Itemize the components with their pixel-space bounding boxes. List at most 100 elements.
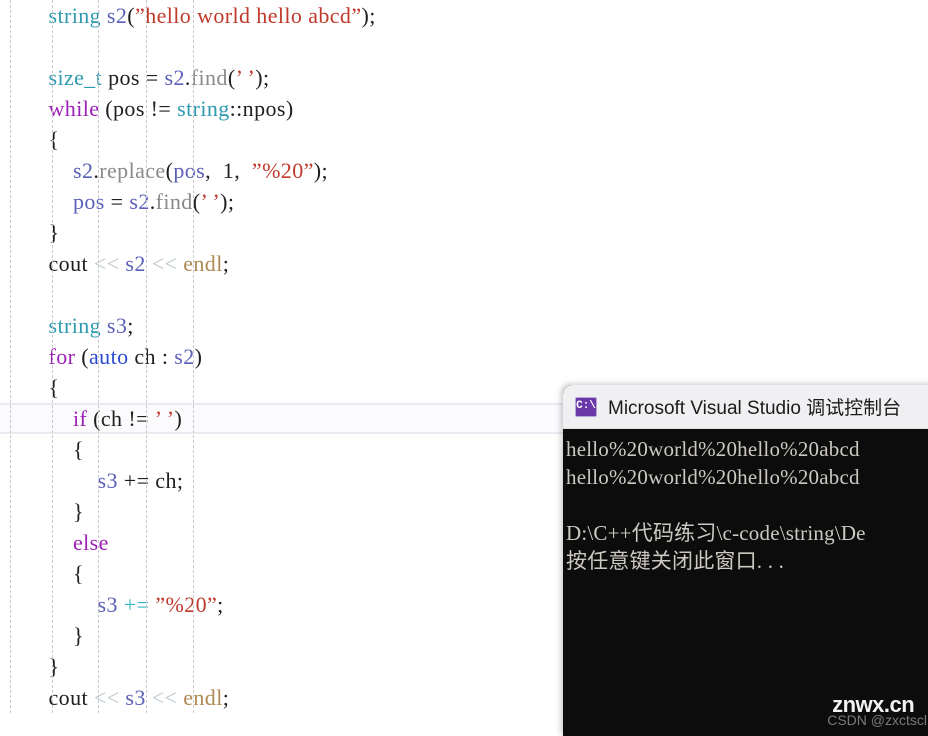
- code-token: ’ ’: [200, 189, 221, 214]
- code-token: ::npos): [229, 96, 294, 121]
- code-token: ): [194, 344, 203, 369]
- code-token: , 1,: [205, 158, 252, 183]
- code-line-text: for (auto ch : s2): [0, 344, 202, 369]
- code-token: );: [220, 189, 235, 214]
- code-token: s2: [164, 65, 185, 90]
- code-token: += ch;: [117, 468, 184, 493]
- console-line: hello%20world%20hello%20abcd: [566, 437, 860, 461]
- code-token: else: [73, 530, 109, 555]
- code-token: while: [48, 96, 100, 121]
- console-line: hello%20world%20hello%20abcd: [566, 465, 860, 489]
- code-token: replace: [99, 158, 166, 183]
- code-token: s2: [125, 251, 146, 276]
- code-token: (pos !=: [99, 96, 178, 121]
- watermark: znwx.cn CSDN @zxctscl: [827, 692, 927, 729]
- code-token: pos: [173, 158, 206, 183]
- code-token: ): [174, 406, 183, 431]
- code-token: {: [73, 561, 84, 586]
- code-line-text: pos = s2.find(’ ’);: [0, 189, 234, 214]
- code-token: s2: [73, 158, 94, 183]
- code-line-text: while (pos != string::npos): [0, 96, 294, 121]
- code-token: <<: [151, 251, 178, 276]
- code-line-text: {: [0, 127, 60, 152]
- code-token: ;: [222, 685, 230, 710]
- code-token: ’ ’: [154, 406, 175, 431]
- code-token: string: [48, 313, 102, 338]
- console-line: 按任意键关闭此窗口. . .: [566, 549, 785, 573]
- code-token: endl: [183, 251, 223, 276]
- code-token: <<: [93, 251, 120, 276]
- code-line-text: {: [0, 561, 84, 586]
- code-token: ”%20”: [251, 158, 314, 183]
- code-line-text: s2.replace(pos, 1, ”%20”);: [0, 158, 328, 183]
- code-token: s3: [125, 685, 146, 710]
- code-line-text: string s2(”hello world hello abcd”);: [0, 3, 376, 28]
- console-window-title: Microsoft Visual Studio 调试控制台: [608, 398, 902, 419]
- code-line-text: {: [0, 375, 60, 400]
- code-token: auto: [89, 344, 129, 369]
- code-token: {: [48, 375, 60, 400]
- code-token: (: [227, 65, 236, 90]
- code-line-text: }: [0, 499, 84, 524]
- code-token: ch :: [128, 344, 175, 369]
- code-token: <<: [151, 685, 178, 710]
- code-token: (ch !=: [87, 406, 155, 431]
- code-token: s2: [174, 344, 195, 369]
- code-token: }: [48, 654, 60, 679]
- code-token: {: [48, 127, 60, 152]
- code-line[interactable]: string s3;: [0, 310, 928, 341]
- code-line-text: cout << s2 << endl;: [0, 251, 229, 276]
- code-token: cout: [48, 251, 94, 276]
- code-line-text: s3 += ch;: [0, 468, 183, 493]
- code-token: find: [190, 65, 228, 90]
- code-line-text: cout << s3 << endl;: [0, 685, 229, 710]
- console-title-bar[interactable]: C:\ Microsoft Visual Studio 调试控制台: [563, 385, 928, 429]
- code-token: (: [127, 3, 136, 28]
- code-line-text: }: [0, 654, 60, 679]
- code-token: s3: [97, 592, 118, 617]
- code-line[interactable]: [0, 279, 928, 310]
- code-line[interactable]: while (pos != string::npos): [0, 93, 928, 124]
- command-prompt-icon: C:\: [575, 396, 597, 417]
- code-token: );: [255, 65, 270, 90]
- code-line[interactable]: cout << s2 << endl;: [0, 248, 928, 279]
- code-token: for: [48, 344, 76, 369]
- code-token: );: [361, 3, 376, 28]
- code-line[interactable]: size_t pos = s2.find(’ ’);: [0, 62, 928, 93]
- code-token: find: [155, 189, 193, 214]
- code-token: cout: [48, 685, 94, 710]
- console-line: D:\C++代码练习\c-code\string\De: [566, 521, 866, 545]
- console-output-lines: hello%20world%20hello%20abcd hello%20worl…: [566, 435, 928, 575]
- code-line[interactable]: string s2(”hello world hello abcd”);: [0, 0, 928, 31]
- code-line-text: {: [0, 437, 84, 462]
- code-token: <<: [93, 685, 120, 710]
- code-token: }: [73, 499, 84, 524]
- code-line-text: if (ch != ’ ’): [0, 406, 182, 431]
- code-token: endl: [183, 685, 223, 710]
- code-line[interactable]: {: [0, 124, 928, 155]
- code-line-text: string s3;: [0, 313, 134, 338]
- watermark-author: CSDN @zxctscl: [827, 712, 927, 728]
- code-token: pos: [73, 189, 105, 214]
- console-output-area[interactable]: hello%20world%20hello%20abcd hello%20worl…: [563, 429, 928, 736]
- code-token: );: [313, 158, 329, 183]
- code-line[interactable]: [0, 31, 928, 62]
- code-token: ”%20”: [155, 592, 218, 617]
- code-line-text: }: [0, 623, 84, 648]
- code-line[interactable]: pos = s2.find(’ ’);: [0, 186, 928, 217]
- code-token: ”hello world hello abcd”: [135, 3, 362, 28]
- code-line[interactable]: }: [0, 217, 928, 248]
- code-token: ;: [217, 592, 224, 617]
- code-token: }: [73, 623, 84, 648]
- screenshot-root: string s2(”hello world hello abcd”); size…: [0, 0, 928, 736]
- code-line[interactable]: s2.replace(pos, 1, ”%20”);: [0, 155, 928, 186]
- watermark-site: znwx.cn: [832, 692, 915, 717]
- code-line-text: else: [0, 530, 109, 555]
- code-token: pos =: [102, 65, 165, 90]
- code-line[interactable]: for (auto ch : s2): [0, 341, 928, 372]
- code-token: ;: [127, 313, 134, 338]
- debug-console-window[interactable]: C:\ Microsoft Visual Studio 调试控制台 hello%…: [563, 385, 928, 736]
- code-line-text: s3 += ”%20”;: [0, 592, 224, 617]
